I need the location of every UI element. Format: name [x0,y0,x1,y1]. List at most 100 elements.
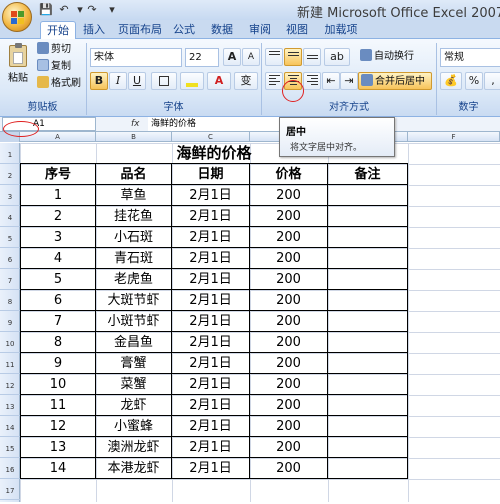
table-cell[interactable] [328,206,408,227]
table-header-cell[interactable]: 序号 [20,164,96,185]
table-cell[interactable]: 11 [20,395,96,416]
table-cell[interactable] [328,374,408,395]
orientation-button[interactable]: ab [324,48,350,66]
table-cell[interactable] [328,353,408,374]
tab-data[interactable]: 数据 [208,21,236,39]
align-bottom-button[interactable] [303,48,321,66]
table-cell[interactable]: 200 [250,353,328,374]
row-header[interactable]: 15 [0,437,20,458]
table-cell[interactable]: 200 [250,416,328,437]
row-header[interactable]: 7 [0,269,20,290]
merge-center-button[interactable]: 合并后居中 [358,72,432,90]
office-button[interactable] [2,2,32,32]
copy-button[interactable]: 复制 [37,58,71,76]
row-header[interactable]: 4 [0,206,20,227]
borders-button[interactable] [151,72,177,90]
increase-indent-button[interactable]: ⇥ [340,72,358,90]
table-cell[interactable]: 200 [250,227,328,248]
table-cell[interactable]: 200 [250,332,328,353]
row-header[interactable]: 10 [0,332,20,353]
worksheet[interactable]: 海鲜的价格 序号 品名 日期 价格 备注 1 草鱼 2月1日 200 2 挂花鱼 2月1日 200 3 小石… [20,143,500,502]
table-cell[interactable]: 4 [20,248,96,269]
table-cell[interactable]: 菜蟹 [96,374,172,395]
font-color-button[interactable]: A [207,72,231,90]
shrink-font-button[interactable]: A [242,48,260,66]
table-cell[interactable]: 2月1日 [172,353,250,374]
table-cell[interactable] [328,311,408,332]
table-cell[interactable]: 12 [20,416,96,437]
save-icon[interactable]: 💾 [38,3,54,17]
table-cell[interactable] [328,248,408,269]
table-cell[interactable]: 200 [250,437,328,458]
tab-page-layout[interactable]: 页面布局 [114,21,166,39]
percent-button[interactable]: % [465,72,483,90]
column-header-f[interactable]: F [408,132,500,142]
table-cell[interactable]: 2月1日 [172,269,250,290]
table-cell[interactable]: 14 [20,458,96,479]
wrap-text-button[interactable]: 自动换行 [358,48,414,66]
row-header[interactable]: 14 [0,416,20,437]
table-cell[interactable]: 2月1日 [172,437,250,458]
table-cell[interactable]: 金昌鱼 [96,332,172,353]
table-cell[interactable]: 7 [20,311,96,332]
table-cell[interactable]: 龙虾 [96,395,172,416]
column-header-c[interactable]: C [172,132,250,142]
table-cell[interactable] [328,416,408,437]
table-cell[interactable] [328,458,408,479]
customize-qat-icon[interactable]: ▾ [104,3,120,17]
row-header[interactable]: 6 [0,248,20,269]
table-cell[interactable]: 2月1日 [172,290,250,311]
row-header[interactable]: 11 [0,353,20,374]
underline-button[interactable]: U [128,72,146,90]
tab-review[interactable]: 审阅 [246,21,274,39]
table-cell[interactable]: 200 [250,311,328,332]
table-cell[interactable]: 2月1日 [172,185,250,206]
row-header[interactable]: 5 [0,227,20,248]
number-format-select[interactable]: 常规 [440,48,500,67]
table-cell[interactable]: 2月1日 [172,395,250,416]
table-cell[interactable]: 小蜜蜂 [96,416,172,437]
table-cell[interactable]: 200 [250,395,328,416]
tab-view[interactable]: 视图 [283,21,311,39]
table-cell[interactable]: 1 [20,185,96,206]
table-cell[interactable]: 3 [20,227,96,248]
table-cell[interactable]: 6 [20,290,96,311]
table-cell[interactable] [328,269,408,290]
table-cell[interactable]: 2 [20,206,96,227]
row-header[interactable]: 8 [0,290,20,311]
table-header-cell[interactable]: 品名 [96,164,172,185]
table-cell[interactable]: 9 [20,353,96,374]
table-cell[interactable] [328,185,408,206]
table-cell[interactable]: 膏蟹 [96,353,172,374]
font-name-select[interactable]: 宋体 [90,48,182,67]
row-header[interactable]: 13 [0,395,20,416]
row-header[interactable]: 9 [0,311,20,332]
table-cell[interactable]: 2月1日 [172,374,250,395]
align-middle-button[interactable] [284,48,302,66]
tab-insert[interactable]: 插入 [80,21,108,39]
table-cell[interactable]: 挂花鱼 [96,206,172,227]
table-cell[interactable]: 5 [20,269,96,290]
paste-button[interactable]: 粘贴 [5,43,31,91]
table-cell[interactable]: 澳洲龙虾 [96,437,172,458]
undo-icon[interactable]: ↶ [56,3,72,17]
table-cell[interactable]: 200 [250,206,328,227]
table-cell[interactable]: 10 [20,374,96,395]
format-painter-button[interactable]: 格式刷 [37,75,81,93]
table-cell[interactable]: 2月1日 [172,311,250,332]
row-header[interactable]: 2 [0,164,20,185]
table-cell[interactable] [328,227,408,248]
cut-button[interactable]: 剪切 [37,41,71,59]
row-header[interactable]: 1 [0,143,20,164]
table-cell[interactable]: 2月1日 [172,227,250,248]
decrease-indent-button[interactable]: ⇤ [322,72,340,90]
table-cell[interactable]: 2月1日 [172,332,250,353]
align-right-button[interactable] [303,72,321,90]
table-cell[interactable]: 大斑节虾 [96,290,172,311]
currency-button[interactable]: 💰 [440,72,462,90]
table-cell[interactable]: 老虎鱼 [96,269,172,290]
row-header[interactable]: 3 [0,185,20,206]
table-cell[interactable]: 200 [250,374,328,395]
bold-button[interactable]: B [90,72,108,90]
phonetic-button[interactable]: 变 [234,72,258,90]
